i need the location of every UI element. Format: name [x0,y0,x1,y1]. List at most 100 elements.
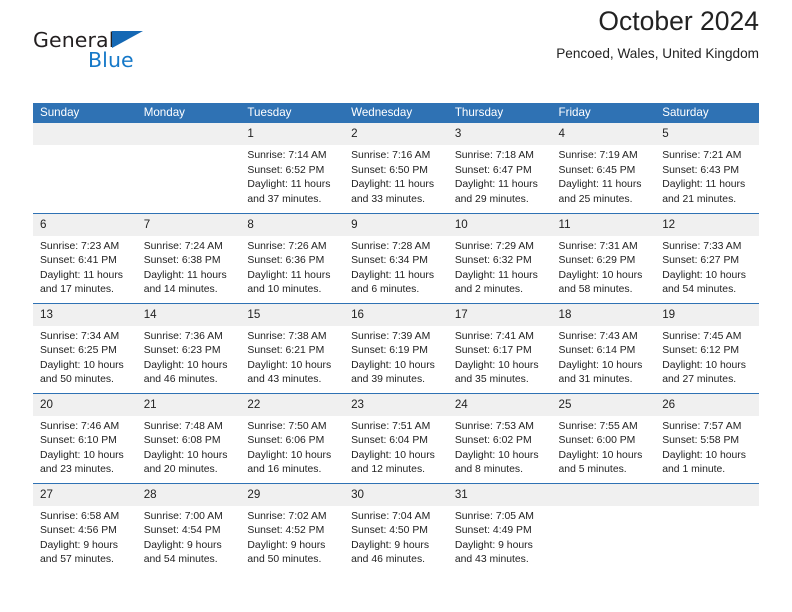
day-sun-info: Sunrise: 7:33 AM Sunset: 6:27 PM Daylight:… [655,236,759,298]
calendar-day-cell[interactable]: 22 Sunrise: 7:50 AM Sunset: 6:06 PM Dayligh… [240,392,345,483]
daylight-text-line2: and 54 minutes. [143,554,218,566]
calendar-week-row: 20 Sunrise: 7:46 AM Sunset: 6:10 PM Dayligh… [33,392,759,483]
calendar-day-cell[interactable]: 19 Sunrise: 7:45 AM Sunset: 6:12 PM Dayligh… [655,302,759,393]
sunset-text: Sunset: 4:52 PM [247,525,325,537]
calendar-day-cell[interactable]: 27 Sunrise: 6:58 AM Sunset: 4:56 PM Dayligh… [33,482,137,573]
daylight-text-line1: Daylight: 10 hours [351,449,435,461]
calendar-day-cell[interactable]: 20 Sunrise: 7:46 AM Sunset: 6:10 PM Dayligh… [33,392,137,483]
calendar-day-cell[interactable]: 2 Sunrise: 7:16 AM Sunset: 6:50 PM Daylight… [344,123,448,213]
sunset-text: Sunset: 6:10 PM [40,435,117,447]
daylight-text-line2: and 16 minutes. [247,464,322,476]
calendar-day-cell[interactable]: 4 Sunrise: 7:19 AM Sunset: 6:45 PM Daylight… [551,123,656,213]
calendar-week-row: 13 Sunrise: 7:34 AM Sunset: 6:25 PM Dayligh… [33,302,759,393]
day-sun-info: Sunrise: 7:43 AM Sunset: 6:14 PM Daylight:… [552,326,656,388]
calendar-day-cell[interactable]: 30 Sunrise: 7:04 AM Sunset: 4:50 PM Dayligh… [344,482,448,573]
day-sun-info: Sunrise: 7:38 AM Sunset: 6:21 PM Daylight:… [240,326,344,388]
sunset-text: Sunset: 6:23 PM [143,345,221,357]
daylight-text-line2: and 6 minutes. [351,284,420,296]
day-number: 30 [344,483,448,506]
daylight-text-line1: Daylight: 11 hours [558,179,642,191]
calendar-day-cell[interactable]: 18 Sunrise: 7:43 AM Sunset: 6:14 PM Dayligh… [551,302,656,393]
calendar-day-cell[interactable]: 16 Sunrise: 7:39 AM Sunset: 6:19 PM Dayligh… [344,302,448,393]
daylight-text-line1: Daylight: 11 hours [454,269,538,281]
day-sun-info: Sunrise: 7:36 AM Sunset: 6:23 PM Daylight:… [137,326,241,388]
daylight-text-line1: Daylight: 10 hours [662,269,746,281]
daylight-text-line1: Daylight: 10 hours [454,359,539,371]
daylight-text-line2: and 43 minutes. [247,374,322,386]
calendar-day-cell[interactable]: 15 Sunrise: 7:38 AM Sunset: 6:21 PM Dayligh… [240,302,345,393]
sunset-text: Sunset: 6:47 PM [454,164,532,176]
calendar-day-cell[interactable]: 24 Sunrise: 7:53 AM Sunset: 6:02 PM Dayligh… [447,392,552,483]
day-number: 22 [240,393,345,416]
day-sun-info: Sunrise: 7:16 AM Sunset: 6:50 PM Daylight:… [344,145,448,207]
calendar-day-cell[interactable]: 14 Sunrise: 7:36 AM Sunset: 6:23 PM Dayligh… [136,302,241,393]
calendar-day-cell[interactable]: 29 Sunrise: 7:02 AM Sunset: 4:52 PM Dayligh… [240,482,345,573]
daylight-text-line1: Daylight: 11 hours [351,179,435,191]
daylight-text-line1: Daylight: 10 hours [558,359,643,371]
day-sun-info: Sunrise: 7:19 AM Sunset: 6:45 PM Daylight:… [552,145,656,207]
calendar-day-cell[interactable]: 1 Sunrise: 7:14 AM Sunset: 6:52 PM Daylight… [240,123,345,213]
calendar-day-cell[interactable]: 17 Sunrise: 7:41 AM Sunset: 6:17 PM Dayligh… [447,302,552,393]
daylight-text-line1: Daylight: 10 hours [454,449,539,461]
calendar-day-cell[interactable]: 8 Sunrise: 7:26 AM Sunset: 6:36 PM Daylight… [240,212,345,303]
calendar-day-cell[interactable]: 6 Sunrise: 7:23 AM Sunset: 6:41 PM Daylight… [33,212,137,303]
day-number: 9 [344,213,448,236]
daylight-text-line1: Daylight: 11 hours [351,269,435,281]
calendar-day-cell[interactable]: 21 Sunrise: 7:48 AM Sunset: 6:08 PM Dayligh… [136,392,241,483]
weekday-header-friday: Friday [551,103,656,123]
daylight-text-line1: Daylight: 10 hours [143,449,228,461]
daylight-text-line2: and 57 minutes. [40,554,114,566]
sunset-text: Sunset: 6:14 PM [558,345,636,357]
calendar-day-cell[interactable]: 10 Sunrise: 7:29 AM Sunset: 6:32 PM Dayligh… [447,212,552,303]
logo-text-blue: Blue [88,48,134,72]
daylight-text-line2: and 5 minutes. [558,464,627,476]
daylight-text-line1: Daylight: 9 hours [143,539,222,551]
calendar-day-cell[interactable]: 31 Sunrise: 7:05 AM Sunset: 4:49 PM Dayligh… [447,482,552,573]
calendar-week-row: 6 Sunrise: 7:23 AM Sunset: 6:41 PM Daylight… [33,212,759,303]
day-number: 20 [33,393,137,416]
calendar-day-cell[interactable]: 5 Sunrise: 7:21 AM Sunset: 6:43 PM Daylight… [655,123,759,213]
day-sun-info: Sunrise: 7:55 AM Sunset: 6:00 PM Daylight:… [552,416,656,478]
daylight-text-line2: and 23 minutes. [40,464,114,476]
weekday-header-saturday: Saturday [655,103,759,123]
day-sun-info: Sunrise: 7:21 AM Sunset: 6:43 PM Daylight:… [655,145,759,207]
day-number: 14 [136,303,241,326]
calendar-day-cell[interactable]: 23 Sunrise: 7:51 AM Sunset: 6:04 PM Dayligh… [344,392,448,483]
day-sun-info: Sunrise: 7:50 AM Sunset: 6:06 PM Daylight:… [240,416,344,478]
day-number: 18 [551,303,656,326]
daylight-text-line1: Daylight: 10 hours [662,449,746,461]
daylight-text-line1: Daylight: 11 hours [454,179,538,191]
day-number: 26 [655,393,759,416]
day-number: 7 [136,213,241,236]
calendar-day-cell[interactable]: 3 Sunrise: 7:18 AM Sunset: 6:47 PM Daylight… [447,123,552,213]
sunrise-text: Sunrise: 7:29 AM [454,240,534,252]
calendar-day-cell[interactable]: 12 Sunrise: 7:33 AM Sunset: 6:27 PM Dayligh… [655,212,759,303]
calendar-day-cell[interactable]: 9 Sunrise: 7:28 AM Sunset: 6:34 PM Daylight… [344,212,448,303]
calendar-day-cell[interactable]: 28 Sunrise: 7:00 AM Sunset: 4:54 PM Dayligh… [136,482,241,573]
triangle-icon [112,31,143,48]
day-number: 23 [344,393,448,416]
daylight-text-line2: and 39 minutes. [351,374,426,386]
sunrise-text: Sunrise: 6:58 AM [40,510,120,522]
daylight-text-line2: and 58 minutes. [558,284,633,296]
day-sun-info: Sunrise: 7:02 AM Sunset: 4:52 PM Daylight:… [240,506,344,568]
weekday-header-monday: Monday [136,103,241,123]
day-number [551,483,656,506]
calendar-day-cell[interactable]: 25 Sunrise: 7:55 AM Sunset: 6:00 PM Dayligh… [551,392,656,483]
calendar-day-cell[interactable]: 26 Sunrise: 7:57 AM Sunset: 5:58 PM Dayligh… [655,392,759,483]
daylight-text-line2: and 1 minute. [662,464,726,476]
weekday-header-row: Sunday Monday Tuesday Wednesday Thursday… [33,103,759,123]
daylight-text-line2: and 43 minutes. [454,554,529,566]
sunset-text: Sunset: 6:52 PM [247,164,325,176]
sunset-text: Sunset: 6:04 PM [351,435,428,447]
calendar-day-cell[interactable]: 13 Sunrise: 7:34 AM Sunset: 6:25 PM Dayligh… [33,302,137,393]
calendar-day-cell[interactable]: 11 Sunrise: 7:31 AM Sunset: 6:29 PM Dayligh… [551,212,656,303]
day-sun-info: Sunrise: 7:57 AM Sunset: 5:58 PM Daylight:… [655,416,759,478]
daylight-text-line1: Daylight: 10 hours [351,359,435,371]
daylight-text-line1: Daylight: 11 hours [143,269,227,281]
day-sun-info: Sunrise: 7:48 AM Sunset: 6:08 PM Daylight:… [137,416,241,478]
daylight-text-line1: Daylight: 10 hours [247,449,332,461]
day-number: 6 [33,213,137,236]
calendar-day-cell[interactable]: 7 Sunrise: 7:24 AM Sunset: 6:38 PM Daylight… [136,212,241,303]
sunset-text: Sunset: 6:36 PM [247,255,325,267]
